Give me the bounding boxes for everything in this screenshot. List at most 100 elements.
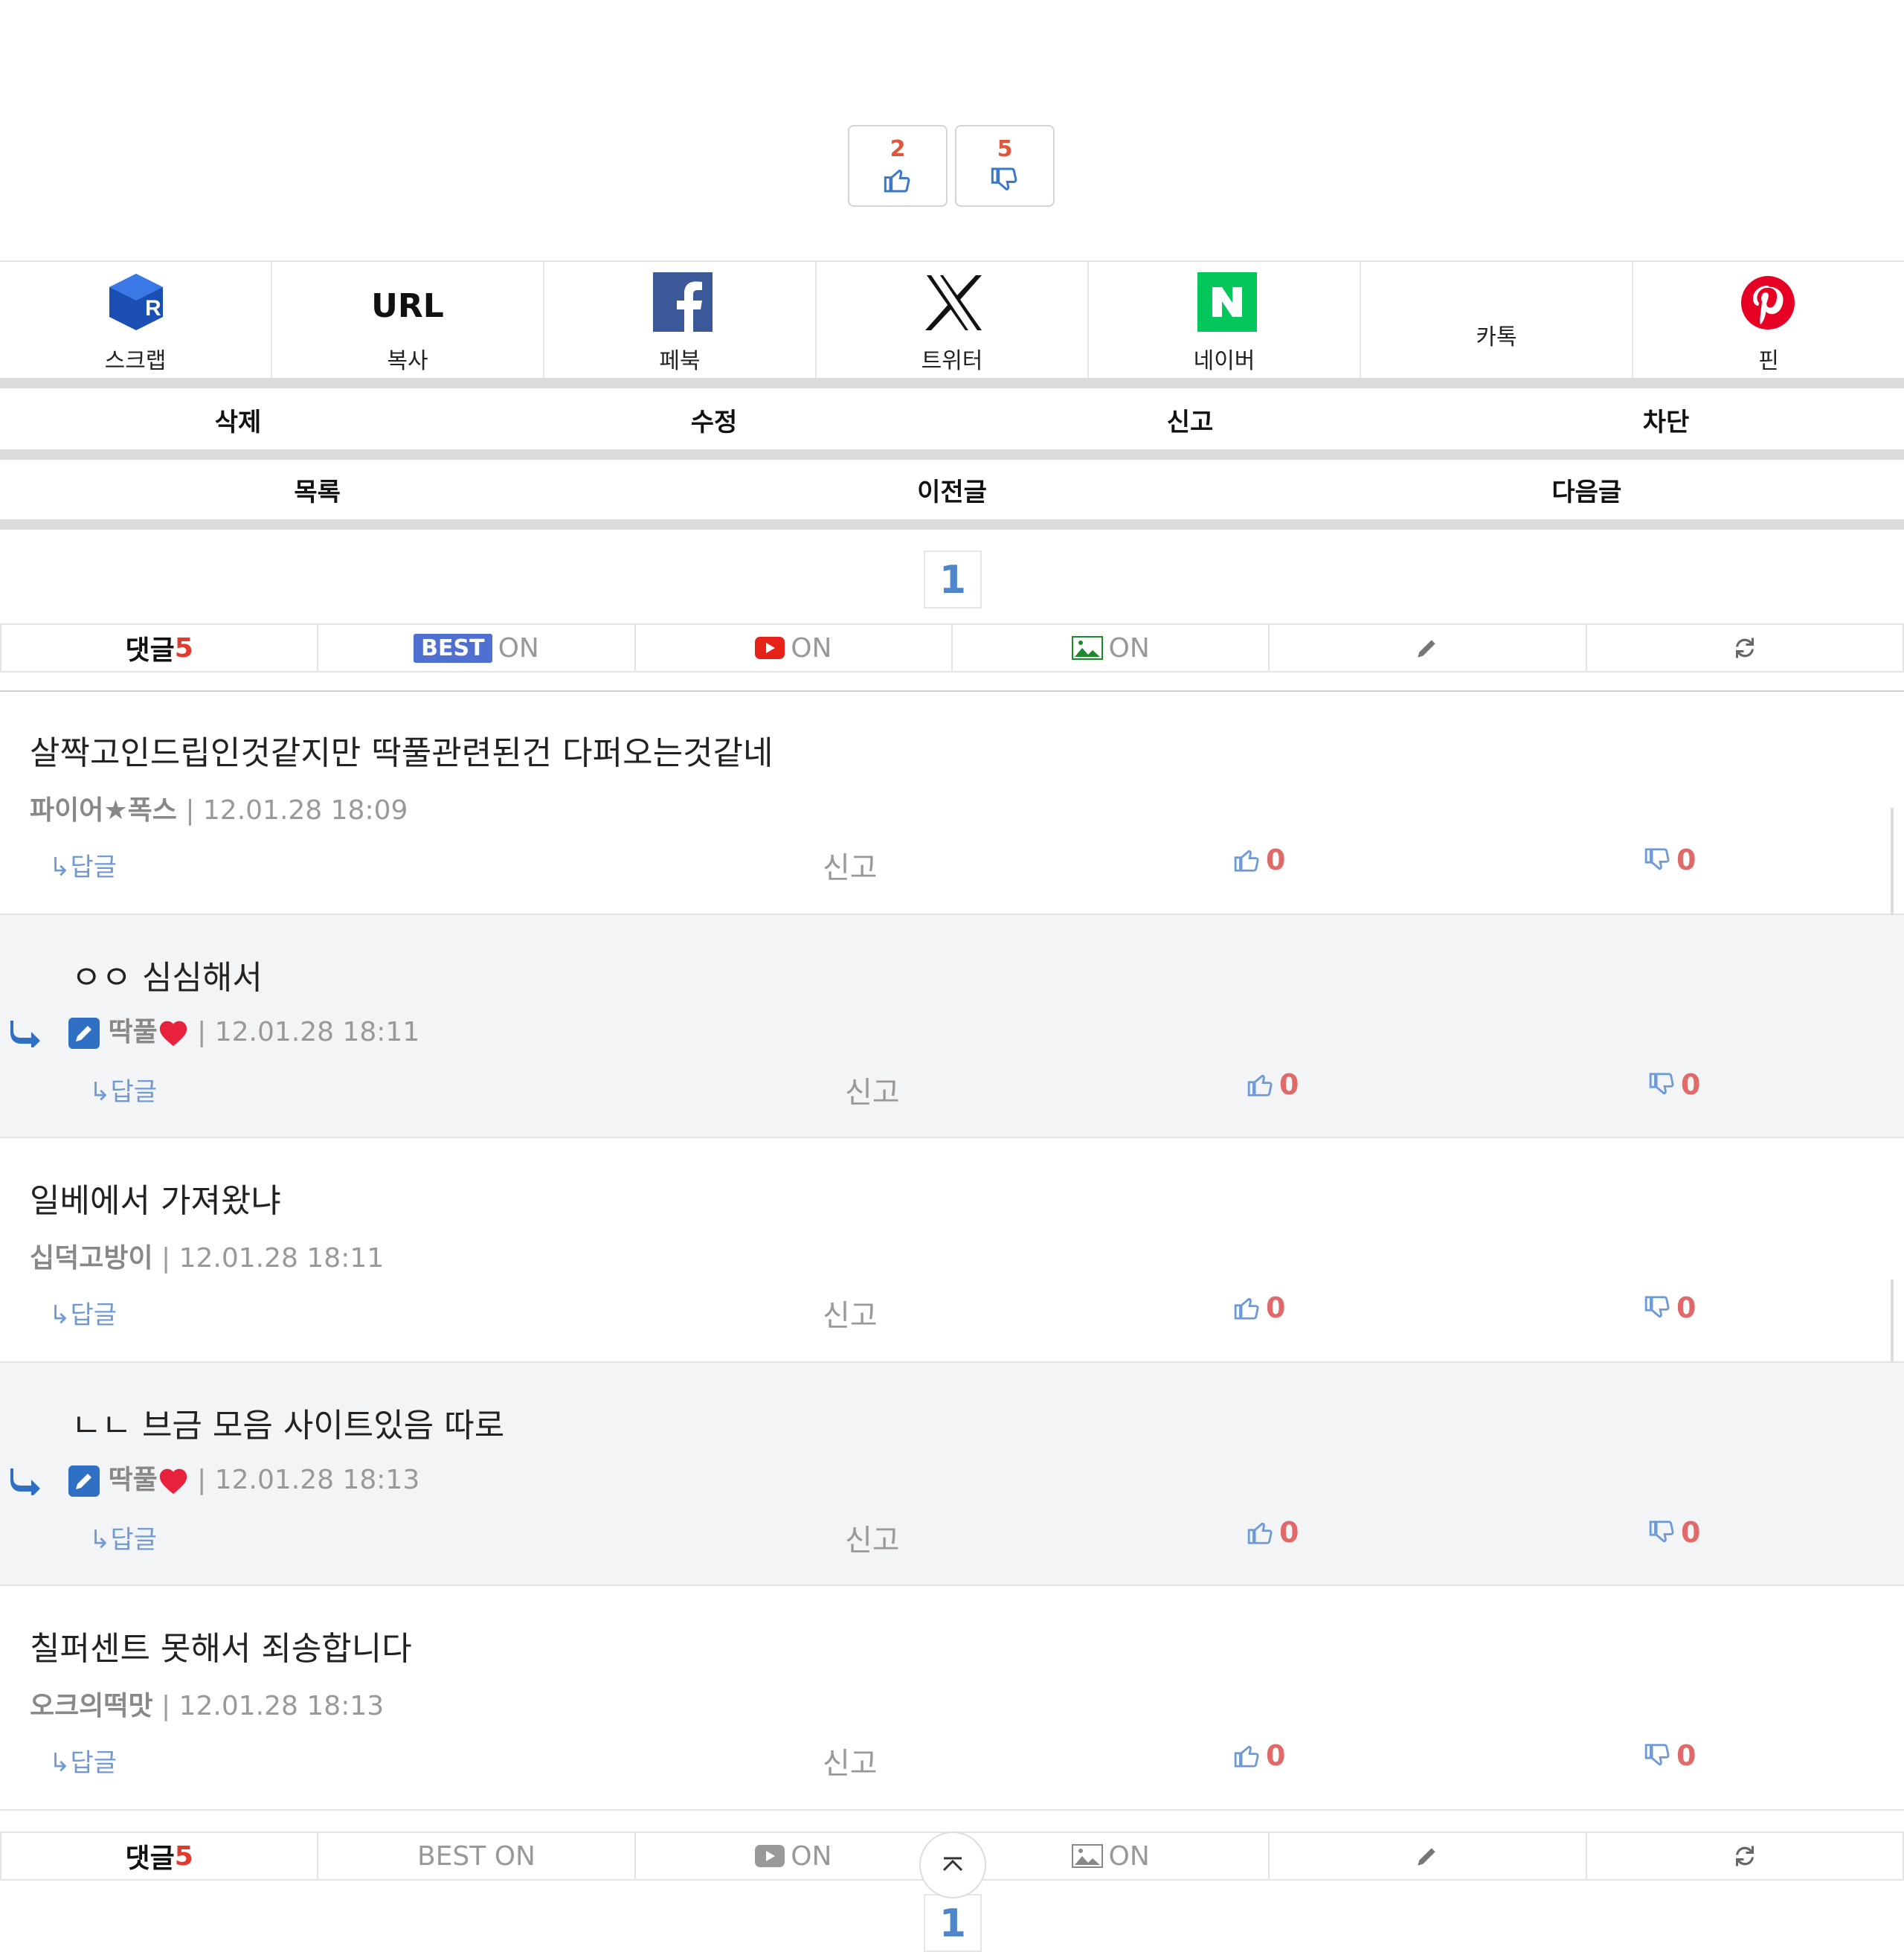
naver-icon: [1197, 272, 1257, 332]
image-toggle[interactable]: ON: [951, 623, 1270, 672]
comment-downvote[interactable]: 0: [1648, 1068, 1700, 1101]
comment-report-button[interactable]: 신고: [823, 1291, 878, 1335]
thumbs-down-icon: [1644, 1744, 1670, 1766]
youtube-icon: [755, 1845, 785, 1867]
comment-count-tab[interactable]: 댓글 5: [0, 623, 319, 672]
next-post-button[interactable]: 다음글: [1270, 472, 1904, 508]
comment-nick[interactable]: 오크의떡맛: [30, 1691, 153, 1721]
upvote-button[interactable]: 2: [848, 125, 948, 207]
divider: [0, 449, 1904, 460]
share-naver[interactable]: 네이버: [1089, 262, 1361, 379]
comment-date: 12.01.28 18:13: [214, 1465, 420, 1495]
list-button[interactable]: 목록: [0, 472, 634, 508]
youtube-toggle[interactable]: ON: [634, 1831, 953, 1881]
thumbs-down-icon: [991, 167, 1017, 191]
author-edit-icon: [68, 1465, 100, 1497]
comment-report-button[interactable]: 신고: [845, 1516, 900, 1559]
reply-link[interactable]: ↳답글: [49, 847, 117, 883]
share-twitter[interactable]: 트위터: [817, 262, 1089, 379]
reply-link[interactable]: ↳답글: [89, 1071, 157, 1108]
downvote-count: 0: [1676, 844, 1696, 876]
share-facebook-label: 페북: [659, 348, 701, 374]
reply-link[interactable]: ↳답글: [49, 1742, 117, 1779]
comment-upvote[interactable]: 0: [1247, 1516, 1299, 1549]
scroll-top-button[interactable]: [919, 1831, 986, 1898]
share-pinterest[interactable]: 핀: [1633, 262, 1904, 379]
divider: [0, 519, 1904, 530]
thumbs-down-icon: [1644, 848, 1670, 870]
reply-link[interactable]: ↳답글: [89, 1519, 157, 1556]
report-button[interactable]: 신고: [952, 402, 1428, 438]
share-kakao[interactable]: 카톡: [1361, 262, 1633, 379]
comment-downvote[interactable]: 0: [1644, 1739, 1696, 1772]
thumbs-up-icon: [1247, 1522, 1273, 1544]
comment-nick[interactable]: 딱풀: [108, 1465, 157, 1495]
heart-icon: [159, 1468, 187, 1494]
downvote-button[interactable]: 5: [955, 125, 1055, 207]
share-url[interactable]: URL 복사: [272, 262, 544, 379]
thumbs-up-icon: [1247, 1074, 1273, 1097]
reply-link[interactable]: ↳답글: [49, 1294, 117, 1331]
url-icon: URL: [371, 287, 444, 325]
share-scrap-label: 스크랩: [104, 348, 167, 374]
heart-icon: [159, 1021, 187, 1047]
scrap-icon: R: [109, 274, 163, 330]
thumbs-up-icon: [1234, 850, 1259, 872]
svg-text:R: R: [145, 296, 161, 321]
comment-item: 칠퍼센트 못해서 죄송합니다 오크의떡맛 | 12.01.28 18:13 ↳답…: [0, 1587, 1904, 1811]
share-scrap[interactable]: R 스크랩: [0, 262, 272, 379]
comment-date: 12.01.28 18:13: [178, 1691, 385, 1721]
write-comment-button[interactable]: [1268, 1831, 1587, 1881]
comment-nick[interactable]: 십덕고방이: [30, 1243, 153, 1274]
share-facebook[interactable]: 페북: [544, 262, 817, 379]
edit-button[interactable]: 수정: [476, 402, 952, 438]
comment-item: 살짝고인드립인것같지만 딱풀관련된건 다퍼오는것같네 파이어★폭스 | 12.0…: [0, 692, 1904, 934]
downvote-count: 0: [1676, 1739, 1696, 1772]
write-comment-button[interactable]: [1268, 623, 1587, 672]
image-toggle[interactable]: ON: [951, 1831, 1270, 1881]
youtube-toggle[interactable]: ON: [634, 623, 953, 672]
image-icon: [1071, 636, 1103, 660]
comment-text: ㅇㅇ 심심해서: [71, 959, 263, 997]
upvote-count: 0: [1279, 1516, 1299, 1549]
comment-upvote[interactable]: 0: [1233, 844, 1285, 876]
comment-upvote[interactable]: 0: [1247, 1068, 1299, 1101]
comment-reply-item: ㄴㄴ 브금 모음 사이트있음 따로 딱풀 | 12.01.28 18:13 ↳답…: [0, 1363, 1904, 1586]
delete-button[interactable]: 삭제: [0, 402, 476, 438]
comment-report-button[interactable]: 신고: [823, 844, 878, 887]
comment-report-button[interactable]: 신고: [845, 1068, 900, 1111]
comment-nick[interactable]: 파이어★폭스: [30, 795, 177, 826]
comment-toolbar: 댓글 5 BEST ON ON ON: [0, 623, 1904, 672]
comment-downvote[interactable]: 0: [1648, 1516, 1700, 1549]
page-number[interactable]: 1: [924, 550, 982, 609]
refresh-icon: [1735, 638, 1754, 658]
image-on-label: ON: [1108, 1840, 1150, 1872]
best-on-label: ON: [498, 632, 539, 664]
comment-reply-item: ㅇㅇ 심심해서 딱풀 | 12.01.28 18:11 ↳답글 신고 0 0: [0, 915, 1904, 1138]
image-icon: [1071, 1844, 1103, 1868]
share-kakao-label: 카톡: [1476, 324, 1517, 350]
refresh-button[interactable]: [1585, 623, 1904, 672]
comment-item: 일베에서 가져왔냐 십덕고방이 | 12.01.28 18:11 ↳답글 신고 …: [0, 1140, 1904, 1406]
block-button[interactable]: 차단: [1428, 402, 1904, 438]
thumbs-up-icon: [1234, 1745, 1259, 1768]
comment-count-tab[interactable]: 댓글 5: [0, 1831, 319, 1881]
downvote-count: 0: [1676, 1291, 1696, 1324]
page-number[interactable]: 1: [924, 1894, 982, 1952]
thumbs-down-icon: [1649, 1521, 1674, 1543]
comment-report-button[interactable]: 신고: [823, 1739, 878, 1782]
post-actions: 삭제 수정 신고 차단: [0, 402, 1904, 438]
comment-downvote[interactable]: 0: [1644, 1291, 1696, 1324]
facebook-icon: [653, 272, 713, 332]
prev-post-button[interactable]: 이전글: [634, 472, 1269, 508]
comment-upvote[interactable]: 0: [1233, 1739, 1285, 1772]
comment-downvote[interactable]: 0: [1644, 844, 1696, 876]
comment-upvote[interactable]: 0: [1233, 1291, 1285, 1324]
comment-count-label: 댓글: [125, 635, 175, 666]
youtube-icon: [755, 637, 785, 659]
pinterest-icon: [1741, 276, 1795, 330]
refresh-button[interactable]: [1585, 1831, 1904, 1881]
comment-nick[interactable]: 딱풀: [108, 1017, 157, 1047]
best-toggle[interactable]: BEST ON: [317, 1831, 636, 1881]
best-toggle[interactable]: BEST ON: [317, 623, 636, 672]
